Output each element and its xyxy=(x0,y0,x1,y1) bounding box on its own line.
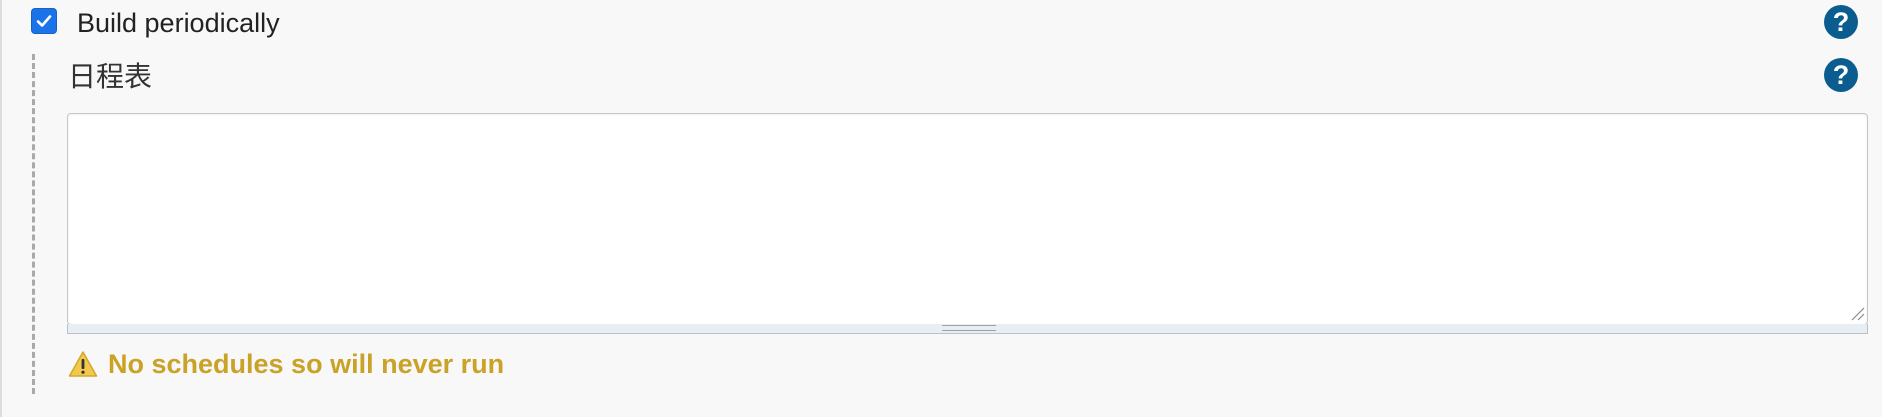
handle-grip-icon xyxy=(942,325,996,331)
schedule-textarea[interactable] xyxy=(67,113,1868,325)
warning-triangle-icon xyxy=(68,351,98,377)
warning-text: No schedules so will never run xyxy=(108,348,505,379)
nested-section-rule xyxy=(32,54,35,394)
checkmark-icon xyxy=(36,15,52,27)
schedule-label: 日程表 xyxy=(68,61,153,92)
build-periodically-help-icon[interactable]: ? xyxy=(1824,5,1858,39)
schedule-field xyxy=(67,113,1868,335)
panel-border xyxy=(0,0,2,417)
schedule-warning: No schedules so will never run xyxy=(68,346,504,382)
resize-grip-icon[interactable] xyxy=(1849,305,1865,321)
build-periodically-label[interactable]: Build periodically xyxy=(77,6,280,40)
textarea-resize-handle[interactable] xyxy=(67,324,1868,334)
schedule-help-icon[interactable]: ? xyxy=(1824,58,1858,92)
build-periodically-checkbox[interactable] xyxy=(31,8,57,34)
